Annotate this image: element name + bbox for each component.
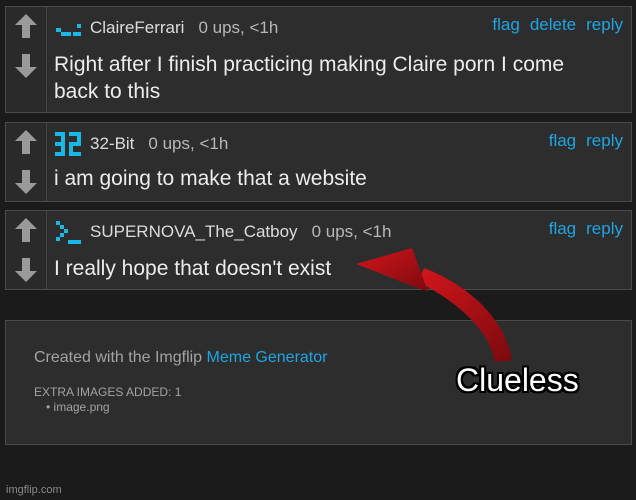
flag-link[interactable]: flag (492, 15, 519, 35)
upvote-button[interactable] (6, 211, 45, 249)
extra-image-item: • image.png (46, 400, 110, 414)
comment-actions: flag reply (549, 219, 623, 239)
comment-meta: 0 ups, <1h (311, 222, 392, 241)
username-link[interactable]: ClaireFerrari (90, 18, 184, 38)
arrow-down-icon (14, 54, 37, 78)
avatar-icon (56, 24, 81, 36)
arrow-up-icon (14, 218, 37, 242)
extra-images-label: EXTRA IMAGES ADDED: 1 (34, 385, 182, 399)
comment-actions: flag reply (549, 131, 623, 151)
comment-text: Right after I finish practicing making C… (54, 53, 565, 103)
downvote-button[interactable] (6, 163, 45, 201)
comment-card: SUPERNOVA_The_Catboy 0 ups, <1h flag rep… (5, 210, 632, 290)
caption-text: Clueless (456, 362, 579, 398)
downvote-button[interactable] (6, 47, 45, 85)
comment-header: 32-Bit 0 ups, <1h (54, 131, 228, 157)
comment-meta: 0 ups, <1h (148, 134, 229, 153)
flag-link[interactable]: flag (549, 219, 576, 239)
delete-link[interactable]: delete (530, 15, 576, 35)
comment-card: ClaireFerrari 0 ups, <1h flag delete rep… (5, 6, 632, 113)
arrow-down-icon (14, 170, 37, 194)
comment-card: 32-Bit 0 ups, <1h flag reply i am going … (5, 122, 632, 202)
arrow-down-icon (14, 258, 37, 282)
avatar-icon (55, 132, 81, 156)
upvote-button[interactable] (6, 123, 45, 161)
downvote-button[interactable] (6, 251, 45, 289)
arrow-up-icon (14, 14, 37, 38)
created-prefix: Created with the Imgflip (34, 349, 203, 366)
comment-actions: flag delete reply (492, 15, 623, 35)
comment-meta: 0 ups, <1h (198, 18, 279, 37)
upvote-button[interactable] (6, 7, 45, 45)
arrow-up-icon (14, 130, 37, 154)
flag-link[interactable]: flag (549, 131, 576, 151)
avatar-icon (56, 221, 81, 244)
vote-column (6, 123, 47, 201)
image-filename: image.png (53, 400, 110, 414)
username-link[interactable]: SUPERNOVA_The_Catboy (90, 222, 298, 242)
reply-link[interactable]: reply (586, 219, 623, 239)
imgflip-watermark: imgflip.com (6, 484, 62, 496)
reply-link[interactable]: reply (586, 131, 623, 151)
vote-column (6, 211, 47, 289)
comment-text: I really hope that doesn't exist (54, 257, 332, 280)
meme-generator-link[interactable]: Meme Generator (207, 349, 328, 366)
username-link[interactable]: 32-Bit (90, 134, 134, 154)
comment-text: i am going to make that a website (54, 167, 367, 190)
created-with-text: Created with the Imgflip Meme Generator (34, 349, 327, 367)
comment-header: SUPERNOVA_The_Catboy 0 ups, <1h (54, 219, 391, 245)
reply-link[interactable]: reply (586, 15, 623, 35)
comment-header: ClaireFerrari 0 ups, <1h (54, 15, 278, 41)
vote-column (6, 7, 47, 112)
